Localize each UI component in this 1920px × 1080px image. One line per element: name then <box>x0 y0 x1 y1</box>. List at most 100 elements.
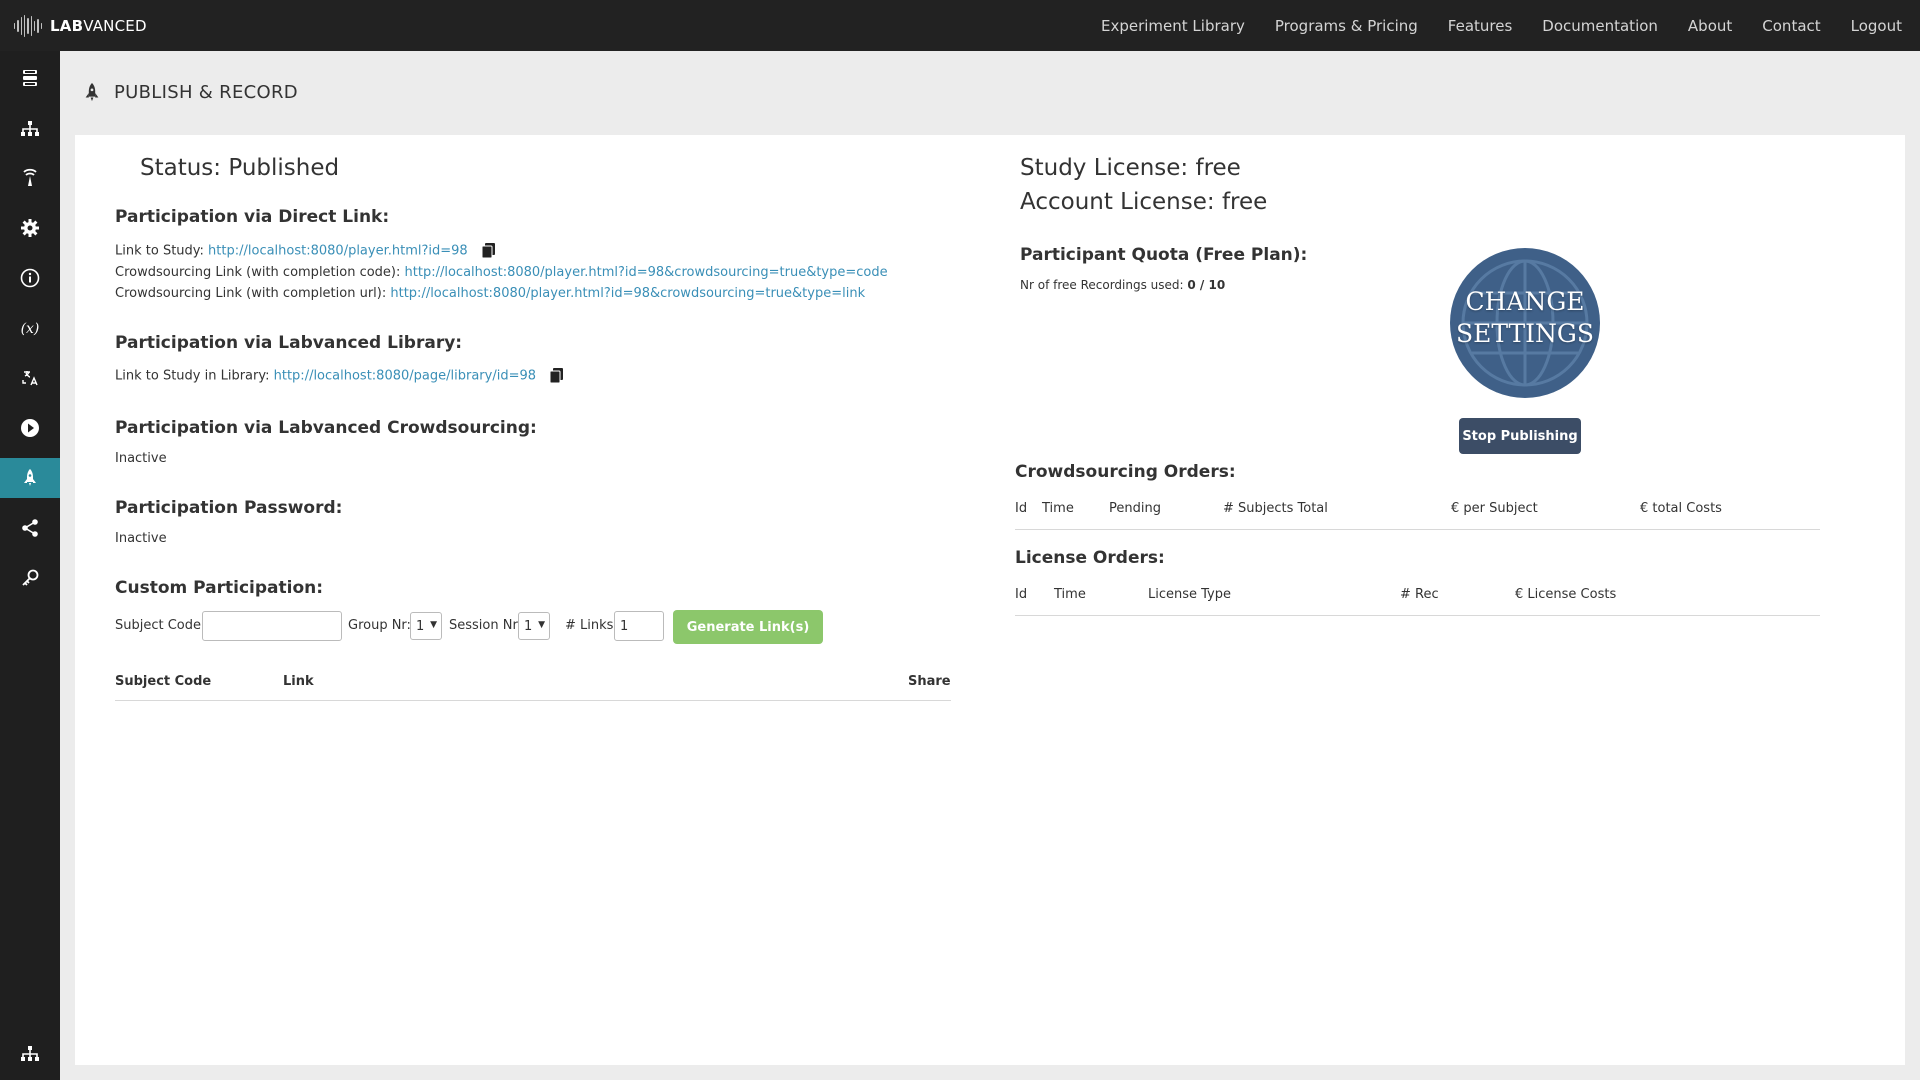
direct-link-heading: Participation via Direct Link: <box>115 207 390 227</box>
license-col-type: License Type <box>1148 587 1232 602</box>
crowd-col-id: Id <box>1015 501 1028 516</box>
links-count-input[interactable] <box>614 611 664 641</box>
study-link-row: Link to Study: http://localhost:8080/pla… <box>115 243 496 259</box>
account-license: Account License: free <box>1020 189 1268 215</box>
quota-value: 0 / 10 <box>1187 278 1226 292</box>
sidebar-item-info[interactable] <box>0 258 60 298</box>
labvanced-logo[interactable]: LABVANCED <box>14 14 147 38</box>
library-link-row: Link to Study in Library: http://localho… <box>115 368 564 384</box>
nav-contact[interactable]: Contact <box>1762 17 1820 35</box>
crowdsourcing-status: Inactive <box>115 451 167 466</box>
rocket-icon <box>85 83 99 102</box>
change-settings-badge[interactable]: CHANGE SETTINGS <box>1450 248 1600 398</box>
subject-code-label: Subject Code: <box>115 618 206 633</box>
logo-text: LABVANCED <box>50 17 147 35</box>
page-header: PUBLISH & RECORD <box>60 51 1920 135</box>
crowd-url-label: Crowdsourcing Link (with completion url)… <box>115 286 387 301</box>
password-heading: Participation Password: <box>115 498 343 518</box>
library-link[interactable]: http://localhost:8080/page/library/id=98 <box>274 369 536 384</box>
nav-documentation[interactable]: Documentation <box>1542 17 1658 35</box>
library-heading: Participation via Labvanced Library: <box>115 333 463 353</box>
license-col-id: Id <box>1015 587 1028 602</box>
stop-publishing-button[interactable]: Stop Publishing <box>1459 418 1581 454</box>
crowd-orders-divider <box>1015 529 1820 530</box>
custom-col-subject-code: Subject Code <box>115 674 212 689</box>
license-orders-divider <box>1015 615 1820 616</box>
sidebar-item-study-layout[interactable] <box>0 58 60 98</box>
crowd-code-link-row: Crowdsourcing Link (with completion code… <box>115 265 888 280</box>
publish-status: Status: Published <box>140 155 340 181</box>
sidebar-item-settings[interactable] <box>0 208 60 248</box>
key-icon <box>22 569 39 586</box>
sidebar-footer-sitemap[interactable] <box>0 1033 60 1073</box>
study-link[interactable]: http://localhost:8080/player.html?id=98 <box>208 244 468 259</box>
logo-waveform-icon <box>14 15 42 37</box>
sidebar: (x) <box>0 51 60 1080</box>
nav-programs-pricing[interactable]: Programs & Pricing <box>1275 17 1418 35</box>
crowd-col-per-subject: € per Subject <box>1451 501 1538 516</box>
copy-icon[interactable] <box>481 243 496 259</box>
crowd-col-subjects-total: # Subjects Total <box>1223 501 1328 516</box>
share-icon <box>22 519 38 537</box>
nav-features[interactable]: Features <box>1448 17 1513 35</box>
study-layout-icon <box>23 70 37 86</box>
variables-icon: (x) <box>21 321 40 337</box>
sidebar-item-experiment[interactable] <box>0 158 60 198</box>
library-link-label: Link to Study in Library: <box>115 368 270 384</box>
custom-table-divider <box>115 700 951 701</box>
crowd-orders-heading: Crowdsourcing Orders: <box>1015 462 1236 482</box>
publish-panel: Status: Published Participation via Dire… <box>75 135 1905 1065</box>
quota-label: Nr of free Recordings used: <box>1020 278 1184 292</box>
experiment-icon <box>23 168 37 186</box>
sidebar-item-task-tree[interactable] <box>0 108 60 148</box>
task-tree-icon <box>21 121 39 136</box>
session-nr-select[interactable]: 1 ▼ <box>518 612 550 640</box>
crowd-col-pending: Pending <box>1109 501 1161 516</box>
sidebar-item-publish[interactable] <box>0 458 60 498</box>
study-license: Study License: free <box>1020 155 1241 181</box>
sidebar-item-run[interactable] <box>0 408 60 448</box>
sidebar-item-translate[interactable] <box>0 358 60 398</box>
license-col-costs: € License Costs <box>1515 587 1617 602</box>
svg-text:(x): (x) <box>21 321 40 337</box>
crowd-code-label: Crowdsourcing Link (with completion code… <box>115 265 401 280</box>
nav-about[interactable]: About <box>1688 17 1732 35</box>
links-count-label: # Links: <box>565 618 618 633</box>
nav-logout[interactable]: Logout <box>1851 17 1902 35</box>
sitemap-icon <box>21 1046 39 1061</box>
crowd-code-link[interactable]: http://localhost:8080/player.html?id=98&… <box>405 265 888 280</box>
session-nr-label: Session Nr: <box>449 618 522 633</box>
group-nr-label: Group Nr: <box>348 618 411 633</box>
page-title: PUBLISH & RECORD <box>114 82 298 103</box>
subject-code-input[interactable] <box>202 611 342 641</box>
badge-line-2: SETTINGS <box>1455 319 1595 348</box>
play-icon <box>21 419 39 437</box>
custom-col-link: Link <box>283 674 314 689</box>
sidebar-item-key[interactable] <box>0 558 60 598</box>
copy-icon[interactable] <box>550 368 564 384</box>
study-link-label: Link to Study: <box>115 243 204 259</box>
custom-col-share: Share <box>908 674 951 689</box>
license-col-time: Time <box>1054 587 1086 602</box>
crowd-url-link[interactable]: http://localhost:8080/player.html?id=98&… <box>390 286 865 301</box>
crowd-col-time: Time <box>1042 501 1074 516</box>
info-icon <box>20 268 40 288</box>
group-nr-value: 1 <box>416 618 425 634</box>
session-nr-value: 1 <box>524 618 533 634</box>
custom-participation-heading: Custom Participation: <box>115 578 324 598</box>
group-nr-select[interactable]: 1 ▼ <box>410 612 442 640</box>
sidebar-item-share[interactable] <box>0 508 60 548</box>
crowd-url-link-row: Crowdsourcing Link (with completion url)… <box>115 286 865 301</box>
main-nav: Experiment Library Programs & Pricing Fe… <box>1101 0 1920 51</box>
badge-line-1: CHANGE <box>1465 287 1585 316</box>
badge-text: CHANGE SETTINGS <box>1450 286 1600 350</box>
license-orders-heading: License Orders: <box>1015 548 1165 568</box>
generate-links-button[interactable]: Generate Link(s) <box>673 610 823 644</box>
rocket-icon <box>24 469 36 486</box>
crowdsourcing-heading: Participation via Labvanced Crowdsourcin… <box>115 418 537 438</box>
chevron-down-icon: ▼ <box>538 620 545 630</box>
translate-icon <box>22 371 38 386</box>
nav-experiment-library[interactable]: Experiment Library <box>1101 17 1245 35</box>
sidebar-item-variables[interactable]: (x) <box>0 308 60 348</box>
crowd-col-total-costs: € total Costs <box>1640 501 1722 516</box>
